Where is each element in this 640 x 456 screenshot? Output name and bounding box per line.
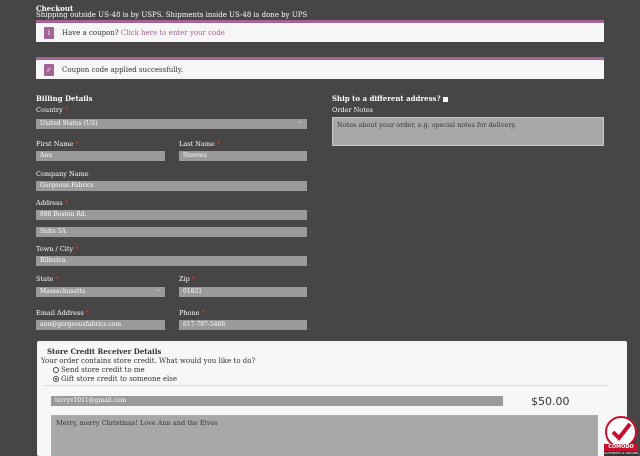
address-label: Address *	[36, 199, 68, 207]
city-input[interactable]: Billerica	[36, 256, 307, 266]
state-select[interactable]: Massachusetts	[36, 287, 165, 297]
shipping-info-text: Shipping outside US-48 is by USPS. Shipm…	[36, 11, 308, 19]
email-label: Email Address *	[36, 309, 89, 317]
ship-different-heading: Ship to a different address?	[332, 94, 448, 103]
ship-different-checkbox[interactable]	[442, 96, 448, 102]
country-select[interactable]: United States (US)	[36, 119, 307, 129]
show-coupon-link[interactable]: Click here to enter your code	[121, 29, 225, 37]
phone-input[interactable]: 617-797-5466	[179, 320, 307, 330]
option-send-to-me[interactable]: Send store credit to me	[53, 366, 145, 374]
check-icon: ✓	[44, 64, 54, 76]
store-credit-panel: Store Credit Receiver Details Your order…	[37, 341, 627, 456]
radio-gift[interactable]	[53, 376, 59, 382]
billing-heading: Billing Details	[36, 94, 93, 103]
company-label: Company Name	[36, 170, 89, 178]
address-line2-input[interactable]: Suite 5A	[36, 227, 307, 237]
last-name-input[interactable]: Steeves	[179, 151, 307, 161]
option-gift[interactable]: Gift store credit to someone else	[53, 375, 177, 383]
comodo-seal[interactable]: COMODO AUTHENTIC & SECURE	[604, 412, 638, 456]
state-label: State *	[36, 275, 59, 283]
comodo-caption: AUTHENTIC & SECURE	[604, 451, 638, 455]
gift-message-textarea[interactable]: Merry, merry Christmas! Love Ann and the…	[51, 415, 598, 456]
credit-amount: $50.00	[531, 395, 570, 408]
radio-self[interactable]	[53, 367, 59, 373]
order-notes-label: Order Notes	[332, 106, 374, 114]
coupon-applied-notice: ✓ Coupon code applied successfully.	[36, 57, 604, 79]
coupon-prompt: Have a coupon?	[62, 29, 119, 37]
coupon-applied-text: Coupon code applied successfully.	[62, 66, 184, 74]
store-credit-question: Your order contains store credit. What w…	[41, 357, 256, 365]
address-line1-input[interactable]: 880 Boston Rd.	[36, 210, 307, 220]
first-name-label: First Name *	[36, 140, 79, 148]
info-icon: i	[44, 27, 54, 39]
company-input[interactable]: Gorgeous Fabrics	[36, 181, 307, 191]
order-notes-textarea[interactable]: Notes about your order, e.g. special not…	[332, 117, 604, 146]
divider	[43, 385, 608, 386]
last-name-label: Last Name *	[179, 140, 221, 148]
store-credit-heading: Store Credit Receiver Details	[47, 347, 162, 356]
zip-label: Zip *	[179, 275, 196, 283]
country-label: Country *	[36, 106, 68, 114]
city-label: Town / City *	[36, 245, 79, 253]
first-name-input[interactable]: Ann	[36, 151, 165, 161]
coupon-notice: i Have a coupon? Click here to enter you…	[36, 20, 604, 42]
zip-input[interactable]: 01821	[179, 287, 307, 297]
email-input[interactable]: ann@gorgeousfabrics.com	[36, 320, 165, 330]
recipient-email-input[interactable]: terryv1011@gmail.com	[51, 396, 503, 406]
phone-label: Phone *	[179, 309, 205, 317]
comodo-brand: COMODO	[608, 444, 634, 450]
